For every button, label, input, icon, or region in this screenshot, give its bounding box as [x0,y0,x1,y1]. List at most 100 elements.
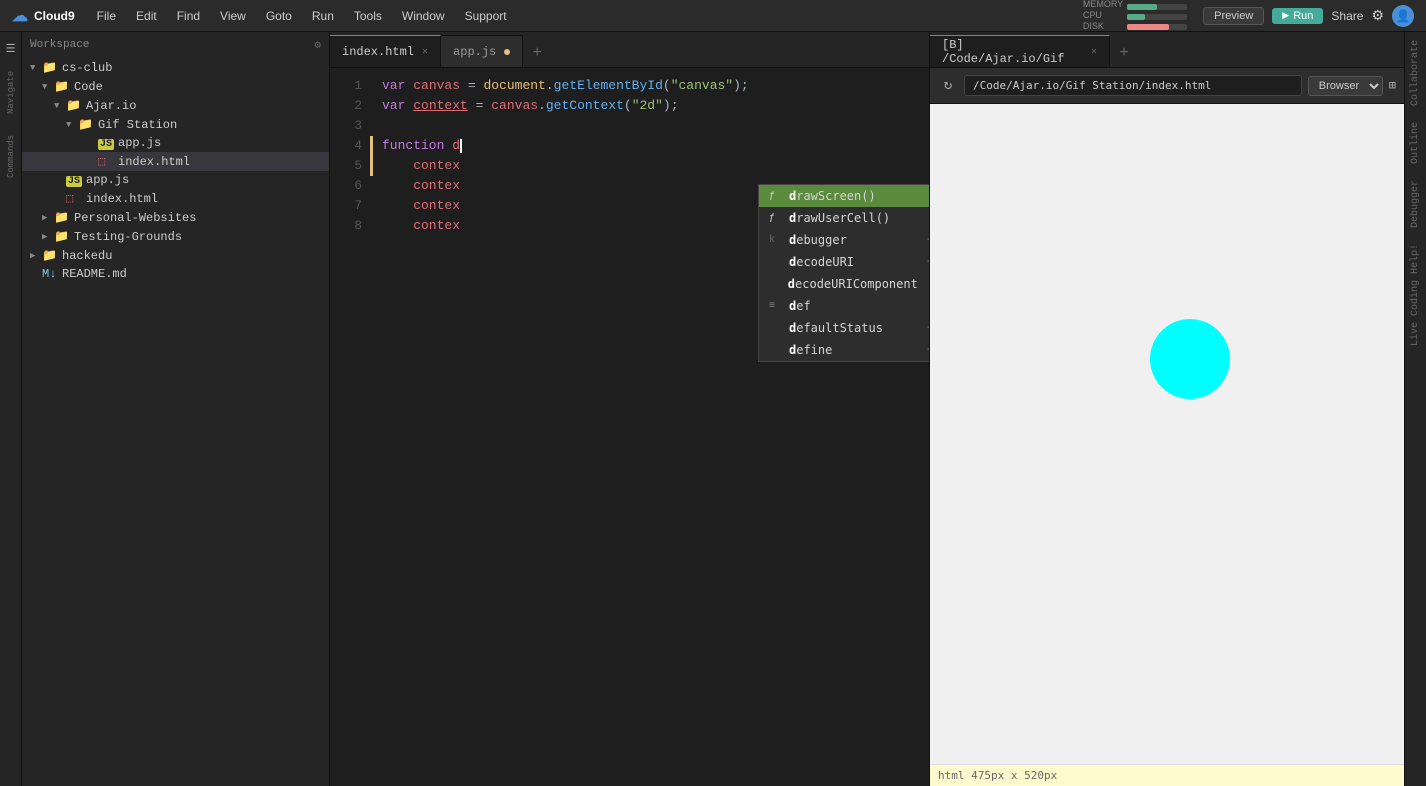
chevron-right-icon: ▶ [42,232,54,242]
list-item[interactable]: JS app.js [22,171,329,189]
list-item[interactable]: ▶ 📁 Testing-Grounds [22,227,329,246]
main-layout: ☰ Navigate Commands Workspace ⚙ ▼ 📁 cs-c… [0,32,1426,786]
menu-file[interactable]: File [87,0,126,32]
code-content[interactable]: var canvas = document.getElementById("ca… [370,68,929,786]
commands-icon[interactable]: Commands [2,126,20,186]
side-icons: ☰ Navigate Commands [0,32,22,786]
modified-indicator [504,49,510,55]
folder-icon: 📁 [78,117,94,132]
list-item[interactable]: ⬚ index.html [22,189,329,208]
code-line: var context = canvas.getContext("2d"); [382,96,917,116]
line-numbers: 1 2 3 4 5 6 7 8 [330,68,370,786]
close-browser-tab-icon[interactable]: ✕ [1091,46,1097,58]
outline-label[interactable]: Outline [1406,114,1425,172]
menu-window[interactable]: Window [392,0,455,32]
tab-app-js[interactable]: app.js [441,35,523,67]
add-tab-button[interactable]: + [523,39,551,67]
menubar: ☁ Cloud9 File Edit Find View Goto Run To… [0,0,1426,32]
menu-find[interactable]: Find [167,0,210,32]
code-line: var canvas = document.getElementById("ca… [382,76,917,96]
tree-settings-icon[interactable]: ⚙ [314,38,321,52]
menu-support[interactable]: Support [455,0,517,32]
autocomplete-item[interactable]: define - EcmaScript [759,339,929,361]
browser-toggle-icon[interactable]: ⊞ [1389,78,1396,93]
code-line: contex [382,156,917,176]
list-item[interactable]: JS app.js [22,134,329,152]
autocomplete-item[interactable]: defaultStatus - EcmaScript [759,317,929,339]
logo-text: Cloud9 [34,9,75,23]
autocomplete-item[interactable]: ≡ def - snippet [759,295,929,317]
debugger-label[interactable]: Debugger [1406,172,1425,236]
editor-tabs: index.html ✕ app.js + [330,32,929,68]
menu-tools[interactable]: Tools [344,0,392,32]
function-icon: ƒ [769,191,781,202]
keyword-icon: k [769,235,781,246]
html-file-icon: ⬚ [66,191,82,206]
workspace-icon[interactable]: ☰ [2,40,20,58]
workspace-label: Workspace [30,39,89,51]
list-item[interactable]: ▶ 📁 hackedu [22,246,329,265]
tree-header: Workspace ⚙ [22,32,329,58]
js-file-icon: JS [66,173,82,187]
menu-goto[interactable]: Goto [256,0,302,32]
share-label: Share [1331,9,1363,23]
menubar-right: MEMORY CPU DISK Preview Run Share ⚙ 👤 [1083,0,1426,32]
close-tab-icon[interactable]: ✕ [422,46,428,58]
preview-circle [1150,319,1230,399]
chevron-down-icon: ▼ [42,82,54,92]
preview-button[interactable]: Preview [1203,7,1264,25]
code-line: function d [382,136,917,156]
add-browser-tab-button[interactable]: + [1110,39,1138,67]
autocomplete-dropdown[interactable]: ƒ drawScreen() - app.js ƒ drawUserCell()… [758,184,929,362]
file-tree: Workspace ⚙ ▼ 📁 cs-club ▼ 📁 Code ▼ 📁 Aja… [22,32,330,786]
folder-icon: 📁 [54,79,70,94]
list-item[interactable]: ▼ 📁 Code [22,77,329,96]
tab-index-html[interactable]: index.html ✕ [330,35,441,67]
menu-edit[interactable]: Edit [126,0,167,32]
collaborate-label[interactable]: Collaborate [1406,32,1425,114]
autocomplete-item[interactable]: ƒ drawScreen() - app.js [759,185,929,207]
run-button[interactable]: Run [1272,8,1323,24]
settings-icon[interactable]: ⚙ [1371,7,1384,24]
tab-browser-main[interactable]: [B] /Code/Ajar.io/Gif ✕ [930,35,1110,67]
code-editor[interactable]: 1 2 3 4 5 6 7 8 var canvas = document.ge… [330,68,929,786]
cloud9-logo[interactable]: ☁ Cloud9 [0,6,87,26]
right-side-panel: Collaborate Outline Debugger Live Coding… [1404,32,1426,786]
avatar-icon[interactable]: 👤 [1392,5,1414,27]
autocomplete-item[interactable]: ƒ drawUserCell() - app.js [759,207,929,229]
chevron-down-icon: ▼ [30,63,42,73]
status-text: html 475px x 520px [938,769,1057,782]
browser-toolbar: ↻ Browser ⊞ [930,68,1404,104]
refresh-button[interactable]: ↻ [938,76,958,96]
navigate-icon[interactable]: Navigate [2,62,20,122]
chevron-down-icon: ▼ [54,101,66,111]
browser-dropdown[interactable]: Browser [1308,76,1383,96]
folder-icon: 📁 [54,210,70,225]
list-item[interactable]: ▶ 📁 Personal-Websites [22,208,329,227]
code-line [382,116,917,136]
url-bar[interactable] [964,75,1302,96]
list-item[interactable]: ▼ 📁 cs-club [22,58,329,77]
editor-area: index.html ✕ app.js + 1 2 3 4 5 6 7 8 [330,32,929,786]
autocomplete-item[interactable]: k debugger - EcmaScript [759,229,929,251]
live-coding-label[interactable]: Live Coding Help! [1406,236,1425,354]
list-item[interactable]: ▼ 📁 Gif Station [22,115,329,134]
js-file-icon: JS [98,136,114,150]
list-item[interactable]: ▼ 📁 Ajar.io [22,96,329,115]
list-item[interactable]: M↓ README.md [22,265,329,283]
html-file-icon: ⬚ [98,154,114,169]
chevron-down-icon: ▼ [66,120,78,130]
browser-status-bar: html 475px x 520px [930,764,1404,786]
cloud9-icon: ☁ [12,6,28,26]
autocomplete-item[interactable]: decodeURI - EcmaScript [759,251,929,273]
list-item[interactable]: ⬚ index.html [22,152,329,171]
snippet-icon: ≡ [769,301,781,312]
menu-items: File Edit Find View Goto Run Tools Windo… [87,0,517,32]
tab-label: index.html [342,45,414,59]
menu-run[interactable]: Run [302,0,344,32]
autocomplete-item[interactable]: decodeURIComponent - EcmaScript [759,273,929,295]
menu-view[interactable]: View [210,0,256,32]
browser-panel: [B] /Code/Ajar.io/Gif ✕ + ↻ Browser ⊞ ht… [929,32,1404,786]
browser-content [930,104,1404,764]
tab-label: app.js [453,45,496,59]
